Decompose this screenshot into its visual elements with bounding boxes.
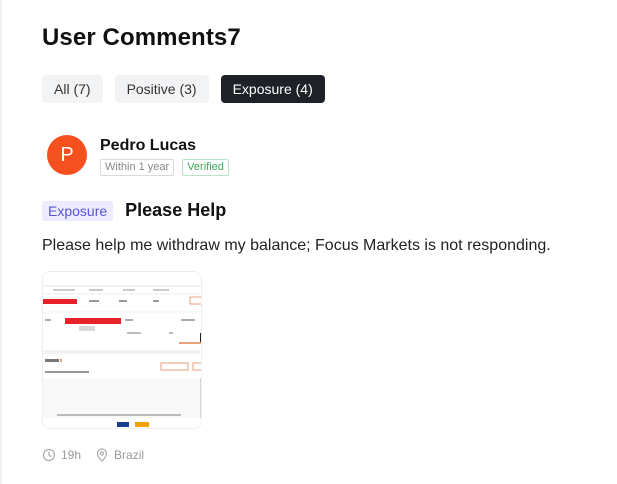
comment-body: Please help me withdraw my balance; Focu… <box>42 237 551 254</box>
page-title: User Comments7 <box>42 24 241 51</box>
tab-exposure[interactable]: Exposure (4) <box>220 75 325 103</box>
category-tag: Exposure <box>42 200 114 221</box>
author-badges: Within 1 year Verified <box>100 159 229 176</box>
clock-icon <box>42 448 56 462</box>
author-name[interactable]: Pedro Lucas <box>100 137 229 155</box>
comment-title-row: Exposure Please Help <box>42 200 602 221</box>
tab-all[interactable]: All (7) <box>42 75 103 103</box>
location-pin-icon <box>96 448 108 462</box>
author-row: P Pedro Lucas Within 1 year Verified <box>42 134 602 176</box>
comment-time: 19h <box>42 448 81 462</box>
author-meta: Pedro Lucas Within 1 year Verified <box>100 137 229 176</box>
screenshot-thumbnail-icon <box>43 272 201 428</box>
comment-card: P Pedro Lucas Within 1 year Verified Exp… <box>42 134 602 462</box>
page-left-border <box>0 0 2 484</box>
duration-badge: Within 1 year <box>100 159 175 176</box>
tab-positive[interactable]: Positive (3) <box>114 75 209 103</box>
time-text: 19h <box>61 448 82 462</box>
comment-title: Please Help <box>125 200 227 220</box>
comment-location: Brazil <box>95 448 144 462</box>
verified-badge: Verified <box>182 159 229 176</box>
attachment-thumbnail[interactable] <box>42 271 202 429</box>
avatar[interactable]: P <box>47 135 87 175</box>
comment-filter-tabs: All (7) Positive (3) Exposure (4) <box>42 75 325 103</box>
comment-meta: 19h Brazil <box>42 448 602 462</box>
location-text: Brazil <box>114 448 145 462</box>
